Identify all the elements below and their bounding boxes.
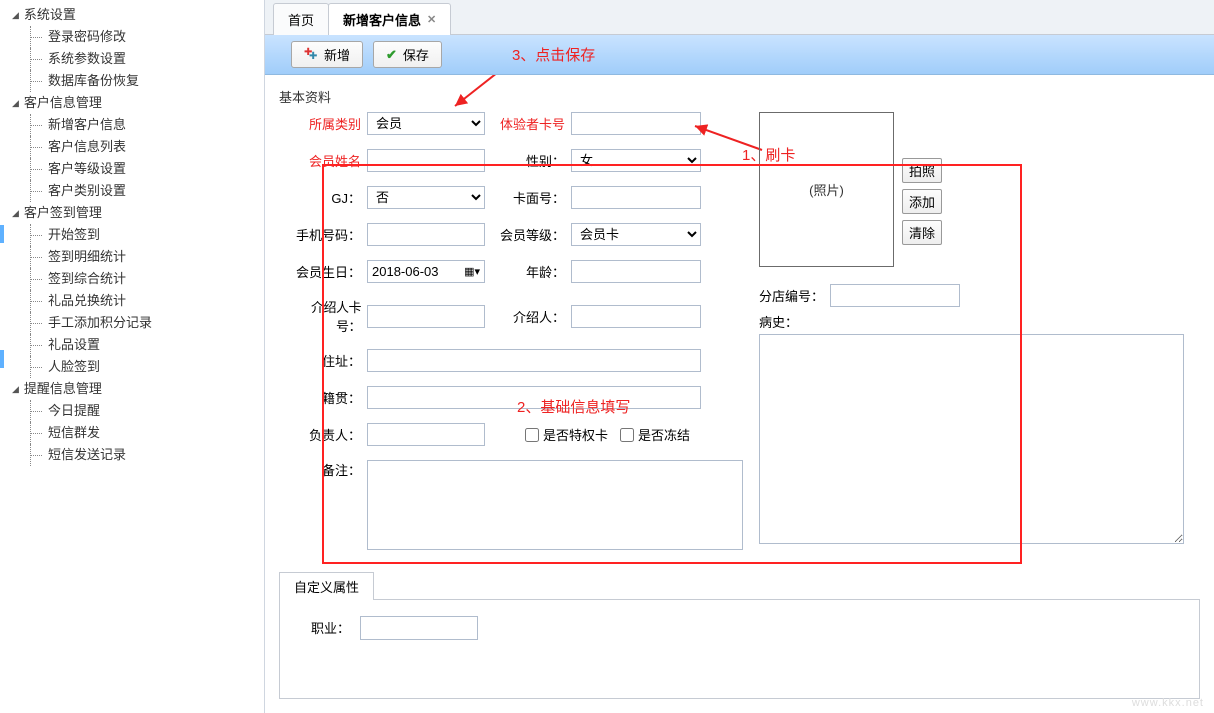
sidebar: 系统设置 登录密码修改 系统参数设置 数据库备份恢复 客户信息管理 新增客户信息… bbox=[0, 0, 265, 713]
custom-attrs-panel: 职业： bbox=[279, 599, 1200, 699]
clear-photo-button[interactable]: 清除 bbox=[902, 220, 942, 245]
tab-home[interactable]: 首页 bbox=[273, 3, 329, 35]
tree-group-checkin[interactable]: 客户签到管理 bbox=[12, 202, 264, 224]
tree-item[interactable]: 登录密码修改 bbox=[30, 26, 264, 48]
address-input[interactable] bbox=[367, 349, 701, 372]
tree-item[interactable]: 客户信息列表 bbox=[30, 136, 264, 158]
label-face-no: 卡面号： bbox=[499, 188, 571, 207]
label-manager: 负责人： bbox=[287, 425, 367, 444]
annotation-save-hint: 3、点击保存 bbox=[512, 44, 595, 65]
manager-input[interactable] bbox=[367, 423, 485, 446]
category-select[interactable]: 会员 bbox=[367, 112, 485, 135]
label-referrer: 介绍人： bbox=[499, 307, 571, 326]
tree-item[interactable]: 短信发送记录 bbox=[30, 444, 264, 466]
label-ref-card: 介绍人卡号： bbox=[287, 297, 367, 335]
tree-item[interactable]: 礼品设置 bbox=[30, 334, 264, 356]
name-input[interactable] bbox=[367, 149, 485, 172]
add-icon bbox=[304, 48, 318, 62]
tree-group-customer[interactable]: 客户信息管理 bbox=[12, 92, 264, 114]
tree-item[interactable]: 今日提醒 bbox=[30, 400, 264, 422]
take-photo-button[interactable]: 拍照 bbox=[902, 158, 942, 183]
tree-item[interactable]: 短信群发 bbox=[30, 422, 264, 444]
tree-item[interactable]: 客户类别设置 bbox=[30, 180, 264, 202]
tree-item[interactable]: 人脸签到 bbox=[30, 356, 264, 378]
label-gender: 性别： bbox=[499, 151, 571, 170]
calendar-icon: ▦▾ bbox=[464, 265, 480, 278]
label-level: 会员等级： bbox=[499, 225, 571, 244]
photo-box: (照片) bbox=[759, 112, 894, 267]
save-button[interactable]: ✔ 保存 bbox=[373, 41, 442, 68]
tree-item[interactable]: 客户等级设置 bbox=[30, 158, 264, 180]
watermark: www.kkx.net bbox=[1132, 697, 1204, 709]
tree-item[interactable]: 开始签到 bbox=[30, 224, 264, 246]
referrer-input[interactable] bbox=[571, 305, 701, 328]
tree-item[interactable]: 签到明细统计 bbox=[30, 246, 264, 268]
label-birthday: 会员生日： bbox=[287, 262, 367, 281]
tree-group-remind[interactable]: 提醒信息管理 bbox=[12, 378, 264, 400]
tab-custom-attrs[interactable]: 自定义属性 bbox=[279, 572, 374, 600]
tree-item[interactable]: 数据库备份恢复 bbox=[30, 70, 264, 92]
tab-add-customer[interactable]: 新增客户信息 ✕ bbox=[328, 3, 451, 35]
label-gj: GJ： bbox=[287, 188, 367, 207]
tree-item[interactable]: 系统参数设置 bbox=[30, 48, 264, 70]
label-job: 职业： bbox=[296, 618, 356, 637]
tree-item[interactable]: 新增客户信息 bbox=[30, 114, 264, 136]
ref-card-input[interactable] bbox=[367, 305, 485, 328]
label-history: 病史： bbox=[759, 312, 798, 331]
label-remark: 备注： bbox=[287, 460, 367, 479]
annotation-fill-hint: 2、基础信息填写 bbox=[517, 396, 630, 417]
check-icon: ✔ bbox=[386, 47, 397, 63]
age-input[interactable] bbox=[571, 260, 701, 283]
close-icon[interactable]: ✕ bbox=[427, 13, 436, 26]
tree-item[interactable]: 礼品兑换统计 bbox=[30, 290, 264, 312]
add-button[interactable]: 新增 bbox=[291, 41, 363, 68]
history-textarea[interactable] bbox=[759, 334, 1184, 544]
label-age: 年龄： bbox=[499, 262, 571, 281]
label-address: 住址： bbox=[287, 351, 367, 370]
add-photo-button[interactable]: 添加 bbox=[902, 189, 942, 214]
face-no-input[interactable] bbox=[571, 186, 701, 209]
section-title-basic: 基本资料 bbox=[279, 87, 1200, 106]
card-no-input[interactable] bbox=[571, 112, 701, 135]
freeze-checkbox[interactable]: 是否冻结 bbox=[620, 425, 690, 444]
label-category: 所属类别 bbox=[287, 114, 367, 133]
tree-item[interactable]: 手工添加积分记录 bbox=[30, 312, 264, 334]
accent-bar bbox=[0, 350, 4, 368]
branch-input[interactable] bbox=[830, 284, 960, 307]
job-input[interactable] bbox=[360, 616, 478, 640]
label-phone: 手机号码： bbox=[287, 225, 367, 244]
accent-bar bbox=[0, 225, 4, 243]
tree-item[interactable]: 签到综合统计 bbox=[30, 268, 264, 290]
privilege-checkbox[interactable]: 是否特权卡 bbox=[525, 425, 608, 444]
label-branch: 分店编号： bbox=[759, 286, 824, 305]
label-card-no: 体验者卡号 bbox=[499, 114, 571, 133]
tree-group-system[interactable]: 系统设置 bbox=[12, 4, 264, 26]
level-select[interactable]: 会员卡 bbox=[571, 223, 701, 246]
label-name: 会员姓名 bbox=[287, 151, 367, 170]
gender-select[interactable]: 女 bbox=[571, 149, 701, 172]
birthday-picker[interactable]: 2018-06-03 ▦▾ bbox=[367, 260, 485, 283]
label-native: 籍贯： bbox=[287, 388, 367, 407]
phone-input[interactable] bbox=[367, 223, 485, 246]
toolbar: 新增 ✔ 保存 3、点击保存 bbox=[265, 35, 1214, 75]
remark-textarea[interactable] bbox=[367, 460, 743, 550]
tab-bar: 首页 新增客户信息 ✕ bbox=[265, 0, 1214, 35]
gj-select[interactable]: 否 bbox=[367, 186, 485, 209]
